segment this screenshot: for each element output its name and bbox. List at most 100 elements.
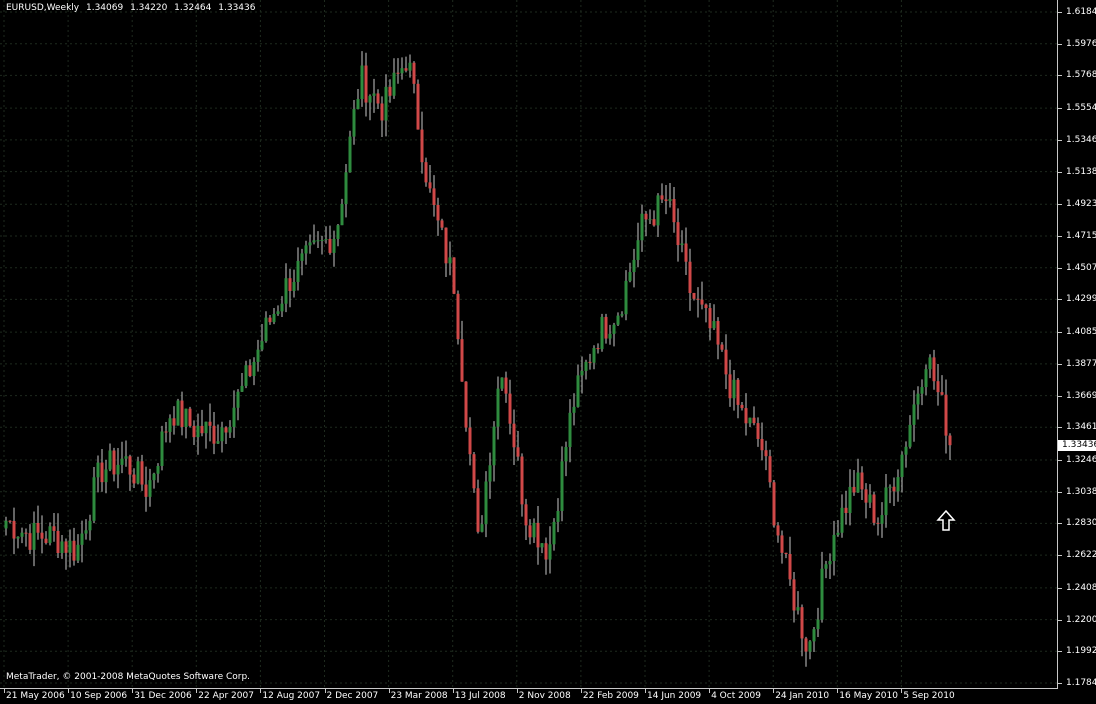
price-label: 1.61845	[1066, 7, 1096, 17]
candle-bull	[20, 532, 24, 537]
candlestick-chart[interactable]	[0, 0, 1057, 688]
price-tick	[1058, 332, 1062, 334]
candle-bear	[892, 486, 896, 492]
candle-bear	[688, 261, 692, 294]
candle-bear	[528, 525, 532, 538]
candle-bull	[712, 321, 716, 329]
candle-bear	[440, 220, 444, 228]
candle-bull	[352, 109, 356, 137]
candle-bull	[236, 391, 240, 408]
candle-bear	[404, 68, 408, 71]
candle-bull	[244, 365, 248, 386]
candle-bull	[320, 239, 324, 241]
candle-bull	[568, 412, 572, 448]
price-tick	[1058, 204, 1062, 206]
candle-bear	[424, 162, 428, 183]
candle-bull	[156, 465, 160, 474]
time-label: 31 Dec 2006	[134, 691, 192, 701]
candle-bull	[884, 487, 888, 516]
candle-bear	[436, 204, 440, 221]
price-tick	[1058, 395, 1062, 397]
candle-bull	[912, 404, 916, 425]
candle-bear	[476, 488, 480, 532]
time-tick	[68, 689, 70, 693]
low-value: 1.32464	[174, 3, 212, 13]
time-label: 10 Sep 2006	[70, 691, 128, 701]
price-label: 1.32465	[1066, 454, 1096, 465]
price-label: 1.19920	[1066, 646, 1096, 657]
symbol-timeframe: EURUSD,Weekly	[6, 3, 80, 13]
candle-bear	[932, 357, 936, 382]
candle-bull	[228, 426, 232, 433]
candle-bear	[844, 507, 848, 514]
time-tick	[516, 689, 518, 693]
price-label: 1.42995	[1066, 294, 1096, 305]
candle-bear	[144, 484, 148, 497]
candle-bull	[532, 522, 536, 538]
candle-bear	[708, 308, 712, 329]
candle-bull	[496, 388, 500, 427]
price-axis[interactable]: 1.61845 1.59765 1.57685 1.55540 1.53460 1.513…	[1058, 0, 1096, 704]
candle-bull	[204, 421, 208, 434]
time-axis[interactable]: 21 May 2006 10 Sep 2006 31 Dec 2006 22 Apr …	[0, 689, 1058, 704]
candle-bear	[784, 552, 788, 555]
candle-bull	[124, 456, 128, 459]
candle-bear	[764, 450, 768, 457]
candle-bear	[208, 421, 212, 426]
candle-bear	[8, 520, 12, 522]
candle-bull	[392, 72, 396, 96]
candle-bull	[92, 477, 96, 521]
candle-bull	[888, 486, 892, 488]
chart-window[interactable]: EURUSD,Weekly 1.34069 1.34220 1.32464 1.…	[0, 0, 1096, 704]
candle-bull	[80, 533, 84, 545]
price-label: 1.40850	[1066, 327, 1096, 338]
candle-bear	[604, 316, 608, 339]
candle-bear	[944, 394, 948, 436]
candle-bull	[620, 314, 624, 316]
candle-bull	[240, 385, 244, 392]
candle-bull	[340, 204, 344, 226]
candle-bull	[828, 560, 832, 565]
candle-bear	[224, 427, 228, 433]
price-label: 1.55540	[1066, 103, 1096, 114]
candle-bull	[260, 341, 264, 350]
candle-bear	[692, 293, 696, 299]
candle-bear	[416, 83, 420, 130]
price-label: 1.17840	[1066, 678, 1096, 688]
candle-bear	[804, 638, 808, 652]
candle-bear	[948, 435, 952, 446]
candle-bear	[660, 195, 664, 200]
time-tick	[260, 689, 262, 693]
chart-header: EURUSD,Weekly 1.34069 1.34220 1.32464 1.…	[6, 3, 259, 13]
price-tick	[1058, 12, 1062, 13]
time-tick	[452, 689, 454, 693]
candle-bull	[580, 370, 584, 376]
time-tick	[709, 689, 711, 693]
candle-bull	[824, 564, 828, 569]
candle-bear	[44, 538, 48, 543]
time-label: 4 Oct 2009	[711, 691, 762, 701]
candle-bear	[112, 450, 116, 475]
time-label: 21 May 2006	[6, 691, 65, 701]
candle-bull	[484, 481, 488, 525]
candle-bear	[740, 404, 744, 409]
price-tick	[1058, 619, 1062, 621]
current-price-label: 1.33436	[1058, 440, 1096, 452]
plot-area[interactable]: EURUSD,Weekly 1.34069 1.34220 1.32464 1.…	[0, 0, 1058, 689]
candle-bear	[512, 423, 516, 448]
time-tick	[773, 689, 775, 693]
candle-bull	[904, 446, 908, 455]
candle-bear	[444, 227, 448, 264]
time-tick	[132, 689, 134, 693]
candle-bull	[384, 86, 388, 121]
candle-bull	[148, 480, 152, 497]
price-label: 1.30385	[1066, 486, 1096, 497]
candle-bull	[104, 469, 108, 483]
candle-bull	[356, 99, 360, 110]
time-label: 5 Sep 2010	[903, 691, 955, 701]
candle-bull	[360, 65, 364, 100]
price-tick	[1058, 459, 1062, 461]
candle-bear	[328, 238, 332, 253]
up-arrow-icon[interactable]	[936, 510, 956, 532]
time-tick	[837, 689, 839, 693]
